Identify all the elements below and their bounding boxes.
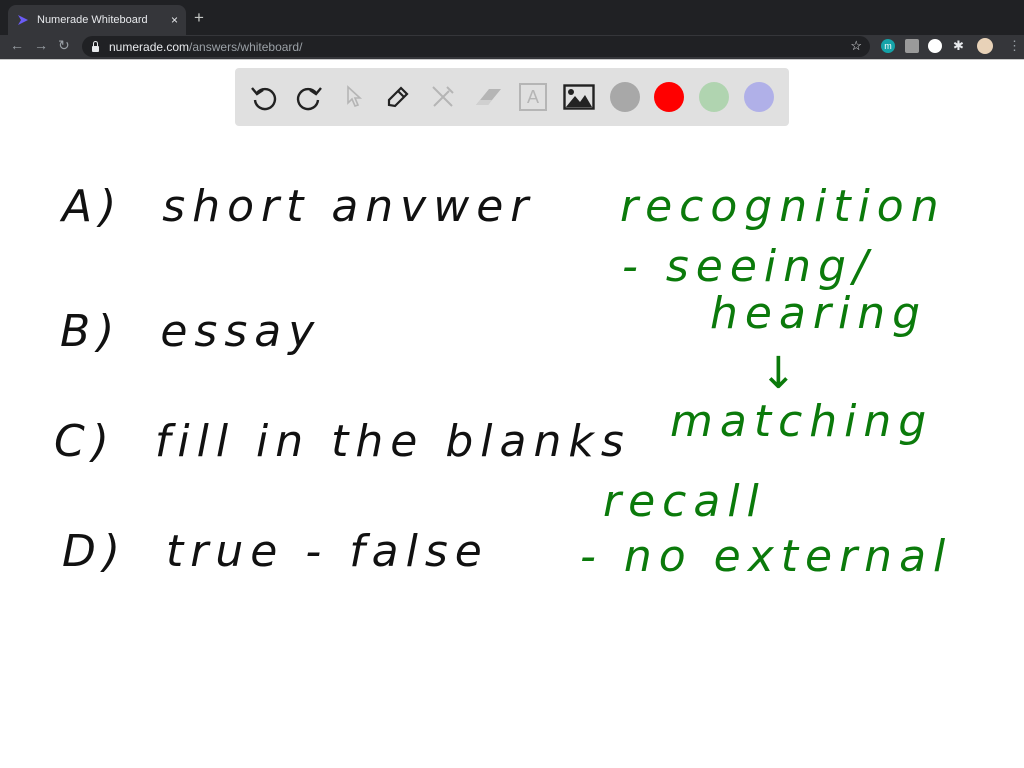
reload-button[interactable]: ↻ [58,37,70,54]
back-button[interactable]: ← [10,37,24,53]
option-a: A) short anvwer [62,185,535,229]
option-c: C) fill in the blanks [54,420,631,464]
note-no-external: - no external [580,531,953,582]
lock-icon [92,40,99,52]
bookmark-star-icon[interactable]: ☆ [850,38,862,54]
tab-close-icon[interactable]: × [171,13,178,27]
browser-toolbar: ← → ↻ numerade.com/answers/whiteboard/ ☆… [0,35,1024,59]
picture-in-picture-icon[interactable] [928,39,942,53]
tab-bar: Numerade Whiteboard × + [0,0,1024,35]
whiteboard-canvas[interactable]: A) short anvwer B) essay C) fill in the … [0,60,1024,768]
extensions-puzzle-icon[interactable]: ✱ [953,38,964,54]
note-matching: matching [670,396,934,447]
menu-kebab-icon[interactable]: ⋮ [1008,38,1021,54]
note-hearing: hearing [710,288,928,339]
option-a-text: short anvwer [162,181,536,232]
note-recognition: recognition [620,181,946,232]
address-bar[interactable]: numerade.com/answers/whiteboard/ ☆ [82,36,870,57]
option-c-label: C) [54,416,116,467]
tab-title: Numerade Whiteboard [37,14,148,26]
tab-numerade-whiteboard[interactable]: Numerade Whiteboard × [8,5,186,35]
note-recall: recall [603,476,766,527]
numerade-logo-icon [18,15,28,25]
option-b: B) essay [60,310,321,354]
option-d-text: true - false [166,526,489,577]
profile-avatar[interactable] [977,38,993,54]
option-b-label: B) [60,306,122,357]
forward-button[interactable]: → [34,37,48,53]
arrow-down-icon: ↓ [760,348,804,399]
option-d-label: D) [62,526,128,577]
url-path: /answers/whiteboard/ [189,39,303,54]
extension-gray-icon[interactable] [905,39,919,53]
option-a-label: A) [62,181,124,232]
option-c-text: fill in the blanks [154,416,631,467]
option-b-text: essay [160,306,322,357]
extension-m-icon[interactable]: m [881,39,895,53]
option-d: D) true - false [62,530,489,574]
note-seeing: - seeing/ [622,241,875,292]
new-tab-button[interactable]: + [194,8,204,28]
url-host: numerade.com [109,39,190,54]
